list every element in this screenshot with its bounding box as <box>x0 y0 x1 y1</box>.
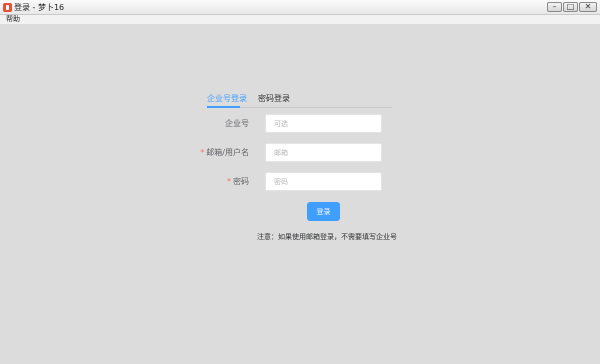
minimize-icon: – <box>552 2 557 11</box>
login-note: 注意：如果使用邮箱登录，不需要填写企业号 <box>257 233 397 241</box>
required-mark: * <box>227 177 231 186</box>
login-button[interactable]: 登录 <box>307 202 340 221</box>
tab-password-login[interactable]: 密码登录 <box>258 94 290 104</box>
minimize-button[interactable]: – <box>547 2 562 12</box>
company-label: 企业号 <box>159 119 249 129</box>
required-mark: * <box>200 148 205 157</box>
window-titlebar: 登录 - 梦卜16 – □ ✕ <box>0 0 600 15</box>
username-label: * 邮箱/用户名 <box>159 148 249 158</box>
window-title: 登录 - 梦卜16 <box>14 3 65 12</box>
close-icon: ✕ <box>584 2 592 11</box>
company-label-text: 企业号 <box>225 119 249 128</box>
username-input[interactable] <box>265 143 382 162</box>
menu-item-help[interactable]: 帮助 <box>6 15 20 24</box>
password-label: * 密码 <box>159 177 249 187</box>
login-panel: 企业号登录 密码登录 企业号 *邮箱/用户名 *密码 登录 注意：如果使用邮箱登… <box>0 24 600 364</box>
company-input[interactable] <box>265 114 382 133</box>
username-label-text: 邮箱/用户名 <box>206 148 249 157</box>
close-button[interactable]: ✕ <box>579 2 597 12</box>
window-controls: – □ ✕ <box>547 2 597 13</box>
password-label-text: 密码 <box>233 177 249 186</box>
tab-company-login[interactable]: 企业号登录 <box>207 94 247 104</box>
maximize-icon: □ <box>566 2 575 11</box>
login-tabs: 企业号登录 密码登录 <box>207 93 392 108</box>
active-tab-indicator <box>207 106 240 108</box>
menubar: 帮助 <box>0 15 600 24</box>
password-input[interactable] <box>265 172 382 191</box>
maximize-button[interactable]: □ <box>563 2 578 12</box>
app-icon <box>3 3 12 12</box>
